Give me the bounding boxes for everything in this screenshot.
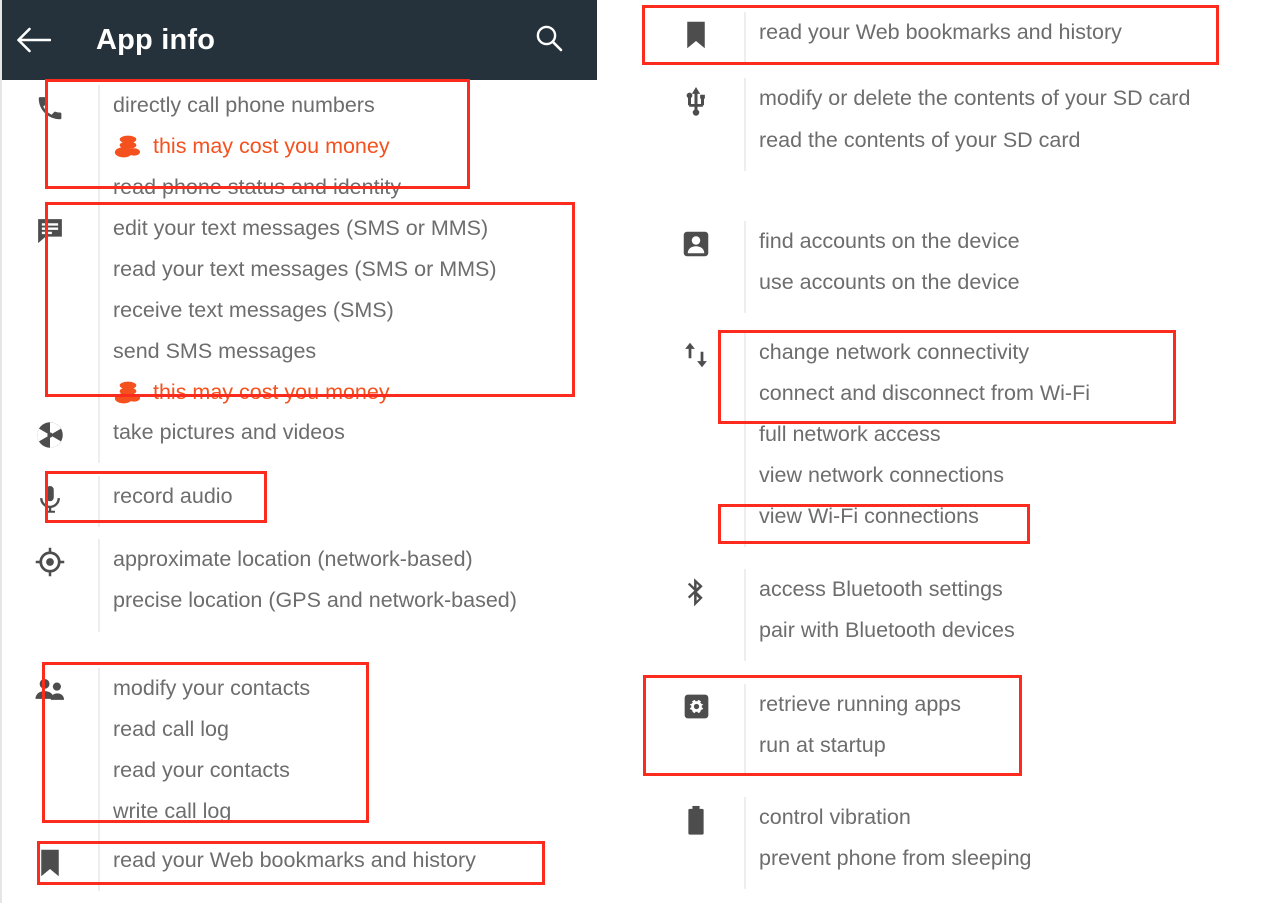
bookmark-icon: [2, 840, 98, 878]
permission-group[interactable]: read your Web bookmarks and history: [2, 840, 542, 891]
permission-item: read the contents of your SD card: [759, 128, 1081, 152]
permission-list: access Bluetooth settings pair with Bluet…: [744, 569, 1248, 661]
sms-message-icon: [2, 208, 98, 246]
permission-list: read your Web bookmarks and history: [98, 840, 542, 891]
permission-item: full network access: [759, 422, 941, 446]
phone-icon: [2, 85, 98, 123]
permission-item: write call log: [113, 799, 232, 823]
coins-icon: [113, 134, 143, 160]
permission-item: modify your contacts: [113, 676, 311, 700]
permission-group[interactable]: change network connectivity connect and d…: [648, 332, 1248, 547]
back-button[interactable]: [2, 0, 66, 80]
permission-group[interactable]: directly call phone numbers this may cost…: [2, 85, 542, 218]
permission-group[interactable]: control vibration prevent phone from slee…: [648, 797, 1248, 889]
permission-item: retrieve running apps: [759, 692, 961, 716]
permission-item: view Wi-Fi connections: [759, 504, 979, 528]
gear-device-icon: [648, 684, 744, 721]
network-transfer-icon: [648, 332, 744, 370]
camera-icon: [2, 412, 98, 450]
permission-group[interactable]: modify your contacts read call log read yo…: [2, 668, 542, 842]
permission-group[interactable]: approximate location (network-based) prec…: [2, 539, 542, 632]
permission-list: record audio: [98, 476, 542, 527]
location-icon: [2, 539, 98, 577]
cost-warning-label: this may cost you money: [153, 134, 390, 158]
permission-list: control vibration prevent phone from slee…: [744, 797, 1248, 889]
permission-group[interactable]: find accounts on the device use accounts …: [648, 221, 1248, 313]
permission-list: find accounts on the device use accounts …: [744, 221, 1248, 313]
permission-list: take pictures and videos: [98, 412, 542, 463]
search-button[interactable]: [519, 0, 579, 80]
permission-item: use accounts on the device: [759, 270, 1020, 294]
permission-group[interactable]: modify or delete the contents of your SD…: [648, 78, 1248, 171]
bookmark-icon: [648, 12, 744, 50]
permission-item: control vibration: [759, 805, 911, 829]
permission-list: modify or delete the contents of your SD…: [744, 78, 1248, 171]
permission-group[interactable]: edit your text messages (SMS or MMS) read…: [2, 208, 542, 423]
permission-item: read your Web bookmarks and history: [113, 848, 476, 872]
contacts-icon: [2, 668, 98, 706]
bluetooth-icon: [648, 569, 744, 608]
permission-item: modify or delete the contents of your SD…: [759, 86, 1191, 110]
right-column: read your Web bookmarks and history modif…: [620, 0, 1280, 903]
permission-item: edit your text messages (SMS or MMS): [113, 216, 489, 240]
permission-item: send SMS messages: [113, 339, 317, 363]
permission-item: take pictures and videos: [113, 420, 345, 444]
permission-item: record audio: [113, 484, 233, 508]
permission-item: view network connections: [759, 463, 1004, 487]
permission-item: find accounts on the device: [759, 229, 1020, 253]
app-info-screen: App info directly call phone numbers this…: [0, 0, 1280, 903]
permission-group[interactable]: retrieve running apps run at startup: [648, 684, 1248, 776]
cost-warning-row: this may cost you money: [100, 126, 542, 167]
permission-item: approximate location (network-based): [113, 547, 473, 571]
permission-list: read your Web bookmarks and history: [744, 12, 1248, 63]
permission-group[interactable]: access Bluetooth settings pair with Bluet…: [648, 569, 1248, 661]
battery-icon: [648, 797, 744, 836]
usb-icon: [648, 78, 744, 116]
permission-list: modify your contacts read call log read yo…: [98, 668, 542, 842]
permission-item: read your Web bookmarks and history: [759, 20, 1122, 44]
permission-item: directly call phone numbers: [113, 93, 375, 117]
coins-icon: [113, 380, 143, 406]
permission-item: change network connectivity: [759, 340, 1030, 364]
permission-list: directly call phone numbers this may cost…: [98, 85, 542, 218]
permission-group[interactable]: record audio: [2, 476, 542, 527]
permission-item: access Bluetooth settings: [759, 577, 1003, 601]
microphone-icon: [2, 476, 98, 514]
page-title: App info: [96, 23, 216, 56]
permission-item: read your contacts: [113, 758, 290, 782]
permission-group[interactable]: read your Web bookmarks and history: [648, 12, 1248, 63]
permission-item: precise location (GPS and network-based): [113, 588, 517, 612]
permission-item: read call log: [113, 717, 229, 741]
permission-list: change network connectivity connect and d…: [744, 332, 1248, 547]
cost-warning-row: this may cost you money: [100, 372, 542, 413]
search-icon: [534, 23, 564, 58]
left-column: App info directly call phone numbers this…: [0, 0, 600, 903]
permission-item: prevent phone from sleeping: [759, 846, 1032, 870]
permission-item: run at startup: [759, 733, 886, 757]
permission-item: connect and disconnect from Wi-Fi: [759, 381, 1090, 405]
permission-group[interactable]: take pictures and videos: [2, 412, 542, 463]
app-bar: App info: [2, 0, 597, 80]
permission-item: receive text messages (SMS): [113, 298, 394, 322]
permission-list: retrieve running apps run at startup: [744, 684, 1248, 776]
account-icon: [648, 221, 744, 259]
cost-warning-label: this may cost you money: [153, 380, 390, 404]
permission-list: edit your text messages (SMS or MMS) read…: [98, 208, 542, 423]
permission-item: pair with Bluetooth devices: [759, 618, 1015, 642]
permission-item: read phone status and identity: [113, 175, 402, 199]
permission-item: read your text messages (SMS or MMS): [113, 257, 497, 281]
arrow-left-icon: [17, 27, 51, 53]
permission-list: approximate location (network-based) prec…: [98, 539, 542, 632]
